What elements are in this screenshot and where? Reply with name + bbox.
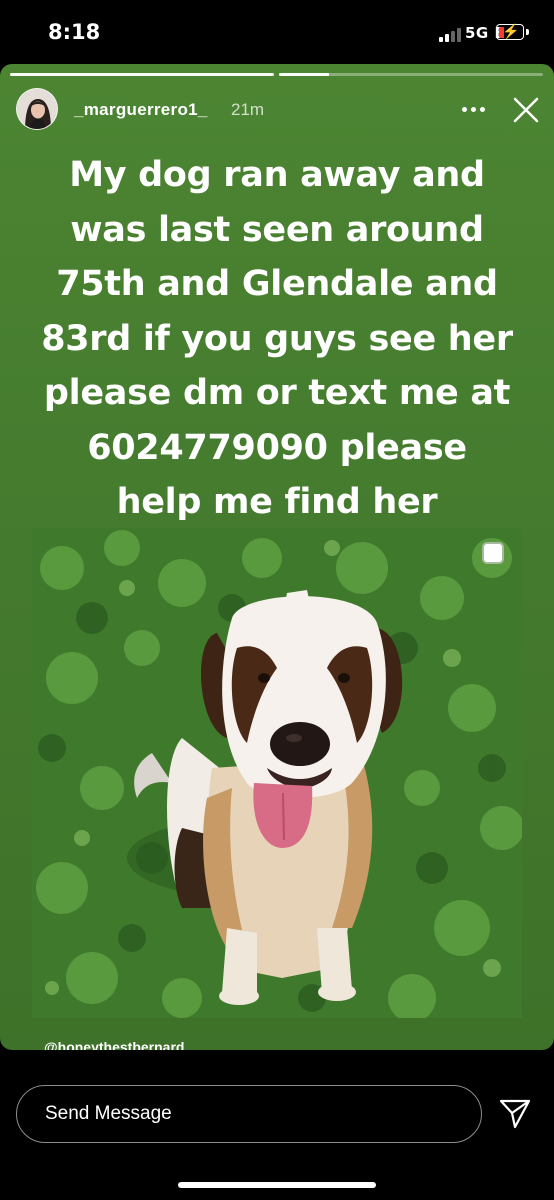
photo-select-checkbox <box>484 544 502 562</box>
dog-photo <box>32 528 522 1018</box>
username[interactable]: _marguerrero1_ <box>74 100 208 120</box>
story-caption: My dog ran away and was last seen around… <box>41 155 513 522</box>
status-bar: 8:18 5G E ⚡ <box>0 0 554 64</box>
home-indicator[interactable] <box>178 1182 376 1188</box>
battery-tip <box>526 29 529 35</box>
status-time: 8:18 <box>48 20 101 44</box>
story-card[interactable]: _marguerrero1_ 21m My dog ran away and w… <box>0 64 554 1050</box>
photo-credit-mention[interactable]: @honeythestbernard <box>44 1039 184 1050</box>
story-progress-segment <box>279 73 543 76</box>
cellular-signal-icon <box>439 26 461 42</box>
story-timestamp: 21m <box>231 100 265 119</box>
battery-icon: ⚡ <box>496 23 524 40</box>
send-message-input[interactable]: Send Message <box>16 1085 482 1143</box>
close-icon[interactable] <box>512 96 540 124</box>
more-options-icon[interactable] <box>462 107 486 113</box>
send-icon[interactable] <box>498 1096 532 1130</box>
story-progress-segment <box>10 73 274 76</box>
avatar[interactable] <box>16 88 58 130</box>
